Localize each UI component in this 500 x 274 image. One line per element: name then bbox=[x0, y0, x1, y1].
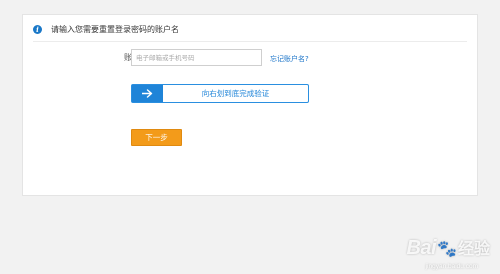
next-step-button[interactable]: 下一步 bbox=[131, 129, 182, 146]
slide-verify-handle[interactable] bbox=[132, 85, 163, 102]
watermark-url: jingyan.baidu.com bbox=[425, 263, 478, 270]
reset-password-card: i 请输入您需要重置登录密码的账户名 bbox=[22, 14, 478, 196]
watermark-brand: Bai bbox=[406, 237, 437, 259]
baidu-jingyan-watermark: Bai🐾经验 bbox=[406, 235, 490, 260]
page-title: 请输入您需要重置登录密码的账户名 bbox=[51, 25, 179, 34]
slide-verify-track[interactable]: 向右划到底完成验证 bbox=[131, 84, 309, 103]
header-divider bbox=[33, 41, 467, 42]
account-input[interactable] bbox=[131, 49, 262, 66]
slide-verify-text: 向右划到底完成验证 bbox=[201, 89, 270, 98]
watermark-suffix: 经验 bbox=[457, 241, 490, 258]
info-icon: i bbox=[33, 25, 42, 34]
card-header: i 请输入您需要重置登录密码的账户名 bbox=[23, 15, 477, 45]
paw-icon: 🐾 bbox=[437, 241, 457, 258]
forgot-account-link[interactable]: 忘记账户名? bbox=[270, 54, 309, 64]
arrow-right-icon bbox=[142, 89, 153, 98]
